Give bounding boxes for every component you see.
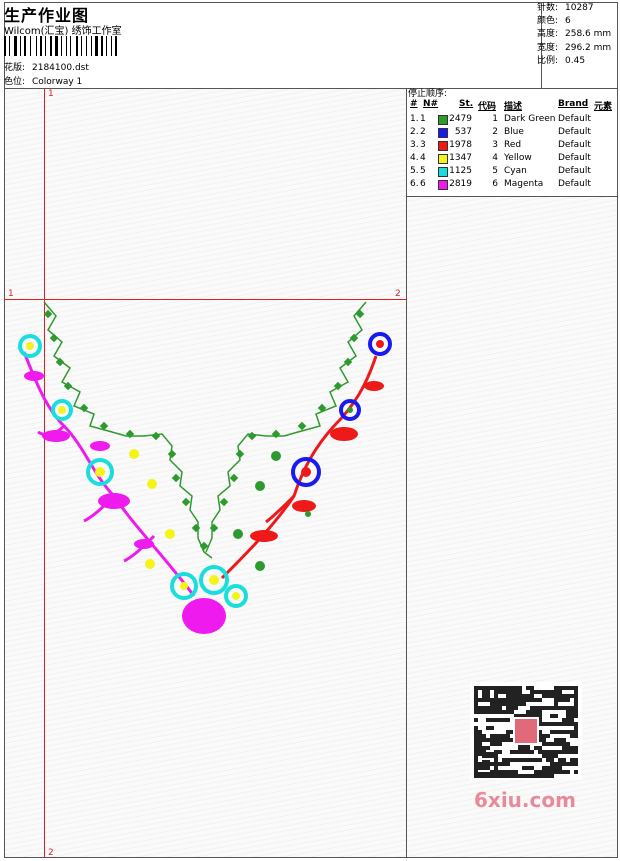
stat-label: 颜色: — [537, 16, 559, 27]
row-index: 3. — [410, 140, 419, 150]
design-file-row: 花版: 2184100.dst — [4, 60, 89, 73]
stat-scale: 比例: 0.45 — [537, 55, 611, 68]
row-stitches: 1125 — [449, 166, 472, 176]
stat-value: 296.2 mm — [565, 42, 612, 53]
stop-sequence-title: 停止顺序: — [408, 89, 448, 99]
row-stitches: 2819 — [449, 179, 472, 189]
stat-stitches: 针数: 10287 — [537, 2, 611, 15]
color-swatch — [438, 154, 448, 164]
stat-value: 258.6 mm — [565, 29, 612, 40]
row-number: 5 — [420, 166, 426, 176]
row-brand: Default — [558, 179, 591, 189]
design-file-value: 2184100.dst — [32, 63, 89, 73]
panel-divider — [406, 88, 407, 858]
design-file-label: 花版: — [4, 63, 26, 73]
stat-width: 宽度: 296.2 mm — [537, 42, 611, 55]
row-number: 1 — [420, 114, 426, 124]
row-brand: Default — [558, 153, 591, 163]
neckline-trim — [43, 301, 367, 559]
barcode-icon — [4, 36, 117, 56]
row-code: 5 — [492, 166, 498, 176]
color-swatch — [438, 141, 448, 151]
row-description: Magenta — [504, 179, 544, 189]
stat-colors: 颜色: 6 — [537, 15, 611, 28]
left-vine — [22, 351, 196, 597]
row-stitches: 2479 — [449, 114, 472, 124]
colorway-value: Colorway 1 — [32, 77, 83, 87]
stat-value: 10287 — [565, 3, 594, 13]
color-swatch — [438, 115, 448, 125]
row-brand: Default — [558, 140, 591, 150]
row-code: 4 — [492, 153, 498, 163]
stat-value: 0.45 — [565, 55, 586, 66]
row-index: 1. — [410, 114, 419, 124]
watermark-logo: 6xiu.com — [474, 788, 576, 812]
flower-left-top — [18, 334, 42, 358]
row-number: 3 — [420, 140, 426, 150]
row-stitches: 1978 — [449, 140, 472, 150]
row-index: 6. — [410, 179, 419, 189]
color-swatch — [438, 167, 448, 177]
sequence-row: 5. 5 1125 5 Cyan Default — [406, 166, 614, 179]
col-description: 描述 — [504, 102, 523, 112]
row-code: 1 — [492, 114, 498, 124]
stat-label: 针数: — [537, 3, 559, 13]
row-description: Yellow — [504, 153, 532, 163]
panel-bottom-divider — [406, 196, 618, 197]
row-number: 2 — [420, 127, 426, 137]
stat-label: 宽度: — [537, 42, 559, 53]
right-vine — [220, 355, 378, 580]
col-hash: # — [410, 99, 418, 109]
row-index: 4. — [410, 153, 419, 163]
stats-block: 针数: 10287 颜色: 6 高度: 258.6 mm 宽度: 296.2 mm 比例… — [537, 2, 611, 68]
row-index: 5. — [410, 166, 419, 176]
qr-code-icon — [470, 682, 582, 780]
row-description: Dark Green — [504, 114, 556, 124]
row-brand: Default — [558, 127, 591, 137]
colorway-label: 色位: — [4, 77, 26, 87]
col-no: N# — [423, 99, 439, 109]
row-stitches: 537 — [454, 127, 472, 137]
row-description: Blue — [504, 127, 524, 137]
sequence-row: 4. 4 1347 4 Yellow Default — [406, 153, 614, 166]
row-description: Red — [504, 140, 522, 150]
stat-label: 高度: — [537, 29, 559, 40]
row-index: 2. — [410, 127, 419, 137]
row-code: 2 — [492, 127, 498, 137]
stat-label: 比例: — [537, 55, 559, 66]
sequence-row: 6. 6 2819 6 Magenta Default — [406, 179, 614, 192]
col-code: 代码 — [478, 102, 497, 112]
col-stitches: St. — [459, 99, 474, 109]
row-number: 6 — [420, 179, 426, 189]
stat-height: 高度: 258.6 mm — [537, 28, 611, 41]
col-element: 元素 — [594, 102, 613, 112]
color-swatch — [438, 180, 448, 190]
row-code: 3 — [492, 140, 498, 150]
company-name: Wilcom(汇宝) 绣饰工作室 — [4, 26, 122, 37]
row-number: 4 — [420, 153, 426, 163]
row-code: 6 — [492, 179, 498, 189]
axis-label-bottom: 2 — [48, 848, 54, 858]
sequence-row: 1. 1 2479 1 Dark Green Default — [406, 114, 614, 127]
row-brand: Default — [558, 166, 591, 176]
colorway-row: 色位: Colorway 1 — [4, 74, 82, 87]
embroidery-design — [18, 301, 392, 634]
sequence-row: 3. 3 1978 3 Red Default — [406, 140, 614, 153]
sequence-row: 2. 2 537 2 Blue Default — [406, 127, 614, 140]
row-description: Cyan — [504, 166, 527, 176]
stat-value: 6 — [565, 16, 571, 27]
row-brand: Default — [558, 114, 591, 124]
col-brand: Brand — [558, 99, 589, 109]
axis-label-top: 1 — [48, 89, 54, 99]
color-swatch — [438, 128, 448, 138]
header-divider — [4, 88, 618, 89]
row-stitches: 1347 — [449, 153, 472, 163]
